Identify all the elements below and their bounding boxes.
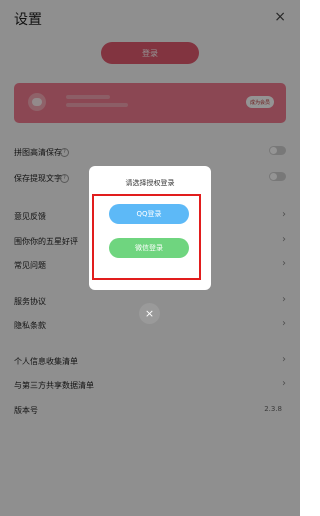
close-icon[interactable]: × (139, 303, 160, 324)
dialog-title: 请选择授权登录 (125, 179, 175, 187)
highlight-box (92, 194, 201, 280)
